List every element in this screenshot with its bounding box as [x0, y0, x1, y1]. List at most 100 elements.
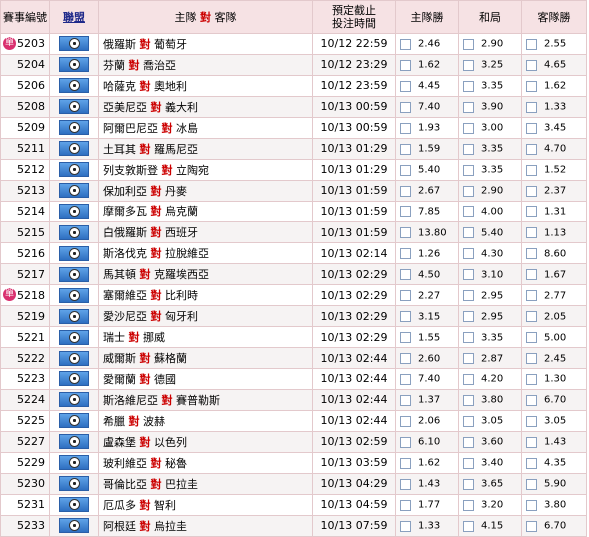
header-league[interactable]: 聯盟 — [49, 0, 99, 34]
draw-checkbox[interactable] — [463, 311, 474, 323]
away-win-odd: 2.77 — [544, 290, 567, 302]
draw-checkbox[interactable] — [463, 38, 474, 50]
home-win-checkbox[interactable] — [400, 248, 411, 260]
draw-checkbox[interactable] — [463, 373, 474, 385]
away-win-checkbox[interactable] — [526, 311, 537, 323]
away-win-checkbox[interactable] — [526, 80, 537, 92]
draw-checkbox[interactable] — [463, 227, 474, 239]
draw-checkbox[interactable] — [463, 436, 474, 448]
home-win-checkbox[interactable] — [400, 206, 411, 218]
soccer-league-icon[interactable] — [59, 120, 89, 136]
home-win-checkbox[interactable] — [400, 394, 411, 406]
draw-checkbox[interactable] — [463, 122, 474, 134]
draw-checkbox[interactable] — [463, 353, 474, 365]
soccer-league-icon[interactable] — [59, 455, 89, 471]
home-win-checkbox[interactable] — [400, 269, 411, 281]
home-win-checkbox[interactable] — [400, 478, 411, 490]
soccer-league-icon[interactable] — [59, 224, 89, 240]
home-win-checkbox[interactable] — [400, 164, 411, 176]
away-win-checkbox[interactable] — [526, 415, 537, 427]
soccer-league-icon[interactable] — [59, 350, 89, 366]
home-win-checkbox[interactable] — [400, 80, 411, 92]
draw-checkbox[interactable] — [463, 499, 474, 511]
away-win-checkbox[interactable] — [526, 185, 537, 197]
draw-checkbox[interactable] — [463, 248, 474, 260]
away-win-checkbox[interactable] — [526, 394, 537, 406]
draw-checkbox[interactable] — [463, 185, 474, 197]
away-win-checkbox[interactable] — [526, 499, 537, 511]
home-win-checkbox[interactable] — [400, 415, 411, 427]
soccer-league-icon[interactable] — [59, 183, 89, 199]
draw-checkbox[interactable] — [463, 59, 474, 71]
home-win-checkbox[interactable] — [400, 499, 411, 511]
away-win-checkbox[interactable] — [526, 164, 537, 176]
soccer-league-icon[interactable] — [59, 266, 89, 282]
away-win-checkbox[interactable] — [526, 206, 537, 218]
home-win-checkbox[interactable] — [400, 311, 411, 323]
home-win-checkbox[interactable] — [400, 436, 411, 448]
soccer-league-icon[interactable] — [59, 203, 89, 219]
soccer-league-icon[interactable] — [59, 434, 89, 450]
draw-checkbox[interactable] — [463, 80, 474, 92]
away-win-checkbox[interactable] — [526, 59, 537, 71]
league-sort-link[interactable]: 聯盟 — [63, 11, 85, 24]
soccer-league-icon[interactable] — [59, 476, 89, 492]
away-win-checkbox[interactable] — [526, 373, 537, 385]
draw-checkbox[interactable] — [463, 101, 474, 113]
soccer-league-icon[interactable] — [59, 245, 89, 261]
away-win-checkbox[interactable] — [526, 122, 537, 134]
away-win-checkbox[interactable] — [526, 520, 537, 532]
draw-checkbox[interactable] — [463, 290, 474, 302]
soccer-league-icon[interactable] — [59, 308, 89, 324]
away-win-checkbox[interactable] — [526, 353, 537, 365]
home-win-checkbox[interactable] — [400, 290, 411, 302]
away-win-checkbox[interactable] — [526, 269, 537, 281]
soccer-league-icon[interactable] — [59, 57, 89, 73]
soccer-league-icon[interactable] — [59, 78, 89, 94]
soccer-league-icon[interactable] — [59, 141, 89, 157]
soccer-league-icon[interactable] — [59, 99, 89, 115]
draw-checkbox[interactable] — [463, 394, 474, 406]
home-win-checkbox[interactable] — [400, 143, 411, 155]
draw-checkbox[interactable] — [463, 415, 474, 427]
home-win-checkbox[interactable] — [400, 353, 411, 365]
soccer-league-icon[interactable] — [59, 371, 89, 387]
away-win-checkbox[interactable] — [526, 248, 537, 260]
away-win-checkbox[interactable] — [526, 143, 537, 155]
home-win-checkbox[interactable] — [400, 38, 411, 50]
home-win-checkbox[interactable] — [400, 122, 411, 134]
draw-checkbox[interactable] — [463, 164, 474, 176]
soccer-league-icon[interactable] — [59, 497, 89, 513]
draw-odd: 3.80 — [481, 394, 504, 406]
soccer-league-icon[interactable] — [59, 413, 89, 429]
soccer-league-icon[interactable] — [59, 287, 89, 303]
draw-checkbox[interactable] — [463, 143, 474, 155]
away-win-checkbox[interactable] — [526, 478, 537, 490]
home-win-checkbox[interactable] — [400, 520, 411, 532]
away-win-checkbox[interactable] — [526, 457, 537, 469]
away-win-checkbox[interactable] — [526, 38, 537, 50]
draw-checkbox[interactable] — [463, 478, 474, 490]
home-win-checkbox[interactable] — [400, 457, 411, 469]
draw-checkbox[interactable] — [463, 206, 474, 218]
away-win-checkbox[interactable] — [526, 436, 537, 448]
home-win-checkbox[interactable] — [400, 373, 411, 385]
away-win-checkbox[interactable] — [526, 101, 537, 113]
soccer-league-icon[interactable] — [59, 162, 89, 178]
home-win-checkbox[interactable] — [400, 227, 411, 239]
home-win-checkbox[interactable] — [400, 185, 411, 197]
soccer-league-icon[interactable] — [59, 392, 89, 408]
draw-checkbox[interactable] — [463, 332, 474, 344]
away-win-checkbox[interactable] — [526, 227, 537, 239]
draw-checkbox[interactable] — [463, 269, 474, 281]
home-win-checkbox[interactable] — [400, 101, 411, 113]
soccer-league-icon[interactable] — [59, 329, 89, 345]
home-win-checkbox[interactable] — [400, 332, 411, 344]
draw-checkbox[interactable] — [463, 457, 474, 469]
soccer-league-icon[interactable] — [59, 518, 89, 534]
away-win-checkbox[interactable] — [526, 290, 537, 302]
draw-checkbox[interactable] — [463, 520, 474, 532]
home-win-checkbox[interactable] — [400, 59, 411, 71]
away-win-checkbox[interactable] — [526, 332, 537, 344]
soccer-league-icon[interactable] — [59, 36, 89, 52]
